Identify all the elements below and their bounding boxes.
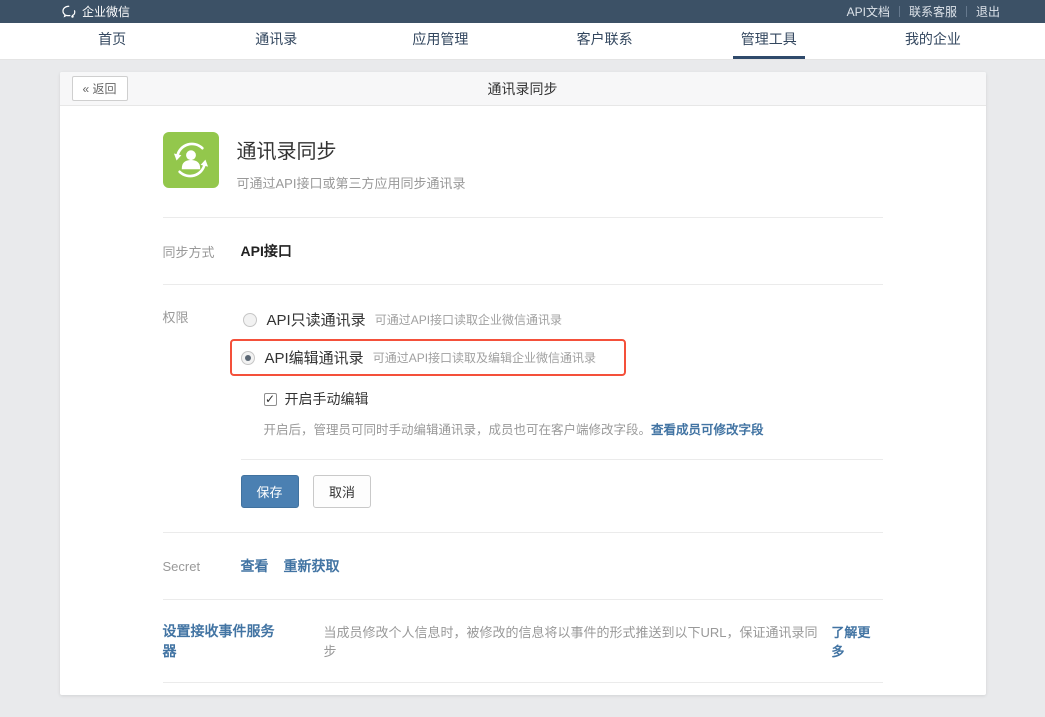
radio-readonly-icon[interactable]	[243, 313, 257, 327]
nav-item-label: 我的企业	[897, 22, 969, 59]
nav-item-apps[interactable]: 应用管理	[358, 22, 522, 59]
manual-edit-section: ✓ 开启手动编辑 开启后，管理员可同时手动编辑通讯录，成员也可在客户端修改字段。…	[264, 389, 883, 438]
card-body: 通讯录同步 可通过API接口或第三方应用同步通讯录 同步方式 API接口 权限 …	[60, 106, 986, 695]
brand: 企业微信	[62, 3, 130, 20]
setup-callback-server-link[interactable]: 设置接收事件服务器	[163, 621, 287, 661]
manual-edit-label: 开启手动编辑	[285, 389, 369, 409]
nav-item-label: 应用管理	[404, 22, 476, 59]
nav-item-contacts[interactable]: 通讯录	[194, 22, 358, 59]
nav-item-label: 管理工具	[733, 22, 805, 59]
contact-sync-card: « 返回 通讯录同步 通讯录同步 可通过API接口或第三方应用同步通讯录	[60, 72, 986, 695]
save-button[interactable]: 保存	[241, 475, 299, 508]
view-secret-link[interactable]: 查看	[241, 556, 269, 576]
contact-sync-icon	[163, 132, 219, 188]
brand-name: 企业微信	[82, 3, 130, 20]
radio-option-desc: 可通过API接口读取企业微信通讯录	[375, 311, 562, 328]
manual-edit-desc: 开启后，管理员可同时手动编辑通讯录，成员也可在客户端修改字段。查看成员可修改字段	[264, 419, 883, 438]
wechat-work-logo-icon	[62, 5, 77, 19]
logout-link[interactable]: 退出	[967, 3, 1009, 20]
nav-item-my-company[interactable]: 我的企业	[851, 22, 1015, 59]
callback-desc: 当成员修改个人信息时，被修改的信息将以事件的形式推送到以下URL，保证通讯录同步	[323, 622, 822, 660]
radio-option-edit[interactable]: API编辑通讯录 可通过API接口读取及编辑企业微信通讯录	[241, 345, 597, 370]
main-nav: 首页 通讯录 应用管理 客户联系 管理工具 我的企业	[0, 23, 1045, 60]
divider	[241, 459, 883, 460]
hero-title: 通讯录同步	[237, 135, 466, 164]
nav-item-home[interactable]: 首页	[30, 22, 194, 59]
form-actions: 保存 取消	[241, 475, 883, 532]
topbar: 企业微信 API文档 联系客服 退出	[0, 0, 1045, 23]
checkbox-checked-icon[interactable]: ✓	[264, 393, 277, 406]
close-api-sync-row: 关闭API接口同步	[163, 683, 883, 695]
callback-server-row: 设置接收事件服务器 当成员修改个人信息时，被修改的信息将以事件的形式推送到以下U…	[163, 600, 883, 682]
learn-more-link[interactable]: 了解更多	[831, 622, 882, 660]
radio-option-readonly[interactable]: API只读通讯录 可通过API接口读取企业微信通讯录	[241, 307, 883, 332]
nav-item-label: 通讯录	[247, 22, 305, 59]
page-title: 通讯录同步	[60, 79, 986, 99]
sync-method-row: 同步方式 API接口	[163, 218, 883, 284]
radio-option-name: API只读通讯录	[267, 309, 366, 330]
permission-row: 权限 API只读通讯录 可通过API接口读取企业微信通讯录 API编辑通讯录 可…	[163, 285, 883, 460]
nav-item-label: 首页	[90, 22, 134, 59]
nav-item-customer[interactable]: 客户联系	[523, 22, 687, 59]
manual-edit-desc-text: 开启后，管理员可同时手动编辑通讯录，成员也可在客户端修改字段。	[264, 423, 652, 437]
back-button[interactable]: « 返回	[72, 76, 128, 101]
api-docs-link[interactable]: API文档	[838, 3, 899, 20]
topbar-links: API文档 联系客服 退出	[838, 3, 1009, 20]
secret-links: 查看 重新获取	[241, 556, 340, 576]
refresh-secret-link[interactable]: 重新获取	[284, 556, 340, 576]
nav-item-admin-tools[interactable]: 管理工具	[687, 22, 851, 59]
sync-method-value: API接口	[241, 241, 292, 261]
hero-section: 通讯录同步 可通过API接口或第三方应用同步通讯录	[163, 132, 883, 192]
permission-options: API只读通讯录 可通过API接口读取企业微信通讯录 API编辑通讯录 可通过A…	[241, 307, 883, 460]
manual-edit-toggle[interactable]: ✓ 开启手动编辑	[264, 389, 883, 409]
secret-row: Secret 查看 重新获取	[163, 533, 883, 599]
radio-option-desc: 可通过API接口读取及编辑企业微信通讯录	[373, 349, 596, 366]
cancel-button[interactable]: 取消	[313, 475, 371, 508]
highlighted-option-box: API编辑通讯录 可通过API接口读取及编辑企业微信通讯录	[230, 339, 627, 376]
view-editable-fields-link[interactable]: 查看成员可修改字段	[651, 423, 764, 437]
permission-label: 权限	[163, 307, 241, 460]
card-header: « 返回 通讯录同步	[60, 72, 986, 106]
nav-item-label: 客户联系	[569, 22, 641, 59]
contact-support-link[interactable]: 联系客服	[900, 3, 966, 20]
hero-subtitle: 可通过API接口或第三方应用同步通讯录	[237, 173, 466, 192]
secret-label: Secret	[163, 559, 241, 574]
radio-edit-icon[interactable]	[241, 351, 255, 365]
sync-method-label: 同步方式	[163, 242, 241, 261]
hero-text: 通讯录同步 可通过API接口或第三方应用同步通讯录	[237, 132, 466, 192]
radio-option-name: API编辑通讯录	[265, 347, 364, 368]
